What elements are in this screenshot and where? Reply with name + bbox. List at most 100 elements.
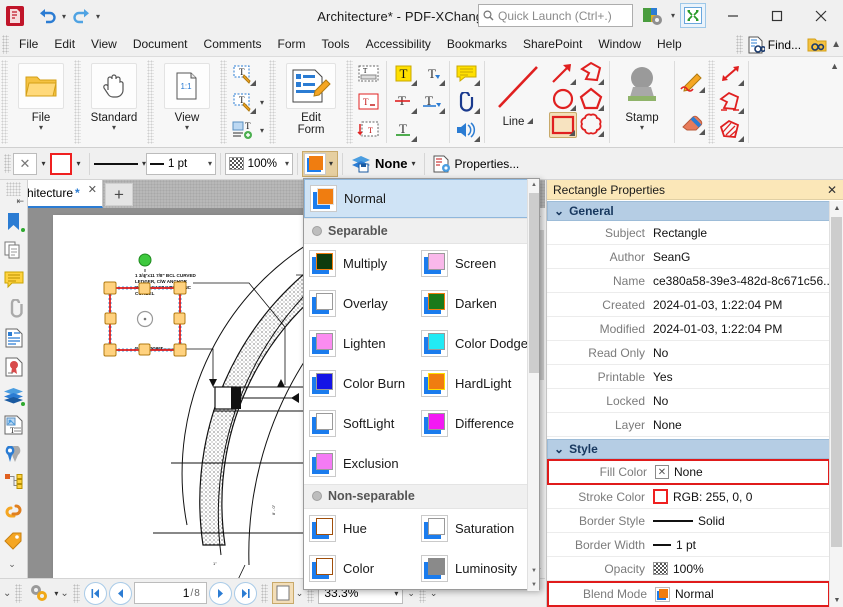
blend-mode-caret[interactable]: ▾ [326,159,336,168]
sidebar-item-comments[interactable] [1,265,27,294]
sidebar-item-pages[interactable] [1,236,27,265]
property-row-created[interactable]: Created 2024-01-03, 1:22:04 PM [547,293,830,317]
statusbar-grip-2[interactable] [72,583,80,603]
rectangle-tool-icon[interactable] [549,112,577,138]
properties-panel-close-icon[interactable]: ✕ [827,183,837,197]
page-number-input[interactable]: 1 / 8 [133,582,207,604]
blend-scroll-up[interactable]: ▲ [528,179,540,191]
view-button-caret[interactable]: ▾ [185,124,189,132]
theme-dropdown-caret[interactable]: ▾ [668,11,678,20]
blend-mode-button[interactable]: ▾ [302,150,339,177]
ribbon-grip-2[interactable] [147,60,154,144]
property-row-layer[interactable]: Layer None [547,413,830,437]
property-row-opacity[interactable]: Opacity 100% [547,557,830,581]
property-row-subject[interactable]: Subject Rectangle [547,221,830,245]
settings-gear-icon[interactable] [26,581,52,605]
reset-field-icon[interactable]: T [355,117,383,143]
blend-scroll-thumb[interactable] [529,193,539,373]
blend-option-color-burn[interactable]: Color Burn [304,364,416,404]
typewriter-icon[interactable]: T [418,61,446,87]
menubar-grip[interactable] [2,34,9,54]
statusbar-expand-icon[interactable]: ⌄ [3,588,11,599]
standard-button[interactable]: Standard ▾ [83,57,145,147]
properties-panel-scrollbar[interactable]: ▲ ▼ [829,201,843,607]
stamp-caret[interactable]: ▾ [640,124,644,132]
sidebar-item-links[interactable] [1,497,27,526]
sidebar-item-signatures[interactable] [1,352,27,381]
stamp-button[interactable]: Stamp ▾ [613,57,671,147]
blend-option-hardlight[interactable]: HardLight [416,364,528,404]
distance-measure-icon[interactable] [717,61,745,87]
blend-scroll-down-1[interactable]: ▼ [528,565,540,577]
property-row-border-width[interactable]: Border Width 1 pt [547,533,830,557]
highlight-text-icon[interactable]: T [390,61,418,87]
tab-close-icon[interactable]: ✕ [88,183,97,196]
theme-settings-icon[interactable] [640,3,666,28]
ribbon-grip-6[interactable] [708,60,715,144]
line-tool-button[interactable]: Line [488,57,548,128]
undo-dropdown-caret[interactable]: ▾ [59,12,69,21]
text-box-tool-icon[interactable]: T [229,89,257,115]
blend-option-softlight[interactable]: SoftLight [304,404,416,444]
border-style-combo[interactable]: ▾ [94,159,146,168]
blend-option-multiply[interactable]: Multiply [304,244,416,284]
prev-page-button[interactable] [108,581,132,605]
open-recent-icon[interactable] [804,32,830,57]
menu-tools[interactable]: Tools [314,34,358,54]
navpane-grip[interactable] [6,182,21,196]
first-page-button[interactable] [83,581,107,605]
underline-green-icon[interactable]: T [390,117,418,143]
blend-menu-scrollbar[interactable]: ▲ ▼ ▼ [527,179,539,591]
ribbon-scroll-up-caret[interactable]: ▲ [830,61,839,71]
blend-option-difference[interactable]: Difference [416,404,528,444]
file-button[interactable]: File ▾ [10,57,72,147]
view-button[interactable]: 1:1 View ▾ [156,57,218,147]
last-page-button[interactable] [233,581,257,605]
rp-scroll-up[interactable]: ▲ [830,201,843,215]
rp-scroll-thumb[interactable] [831,217,842,547]
next-page-button[interactable] [208,581,232,605]
section-header-general[interactable]: ⌄ General [547,201,830,221]
eraser-tool-icon[interactable] [678,110,706,136]
find-toolbar-grip[interactable] [735,35,743,54]
stroke-color-swatch-button[interactable] [50,152,72,175]
menu-bookmarks[interactable]: Bookmarks [439,34,515,54]
standard-button-caret[interactable]: ▾ [112,124,116,132]
new-tab-button[interactable]: + [105,183,133,206]
style-preset-button[interactable]: None ▾ [347,152,420,176]
file-button-caret[interactable]: ▾ [39,124,43,132]
blend-scroll-down-2[interactable]: ▼ [528,579,540,591]
border-width-caret[interactable]: ▾ [204,159,212,168]
maximize-button[interactable] [755,0,799,32]
menu-window[interactable]: Window [590,34,649,54]
arrow-tool-icon[interactable] [549,60,577,86]
blend-option-normal[interactable]: Normal [304,179,539,219]
blend-option-exclusion[interactable]: Exclusion [304,444,416,484]
properties-button[interactable]: Properties... [429,152,524,176]
pencil-tool-icon[interactable] [678,68,706,94]
menu-file[interactable]: File [11,34,46,54]
ribbon-grip-3[interactable] [220,60,227,144]
statusbar-more-icon[interactable]: ⌄ [60,588,68,599]
text-input-field-icon[interactable]: T [355,89,383,115]
statusbar-grip-1[interactable] [15,583,23,603]
property-row-fill-color[interactable]: Fill Color ✕ None [547,459,830,485]
sidebar-item-layers[interactable] [1,381,27,410]
opacity-caret[interactable]: ▾ [281,159,289,168]
property-row-printable[interactable]: Printable Yes [547,365,830,389]
blend-option-overlay[interactable]: Overlay [304,284,416,324]
ribbon-grip-5[interactable] [346,60,353,144]
fill-color-swatch-button[interactable]: ✕ [13,152,37,175]
property-row-read-only[interactable]: Read Only No [547,341,830,365]
ribbon-grip-4[interactable] [269,60,276,144]
menu-comments[interactable]: Comments [196,34,270,54]
sidebar-item-destinations[interactable] [1,439,27,468]
quick-launch-box[interactable]: Quick Launch (Ctrl+.) [478,4,633,27]
ellipse-tool-icon[interactable] [549,86,577,112]
menu-edit[interactable]: Edit [46,34,83,54]
ribbon-grip-0[interactable] [1,60,8,144]
menu-help[interactable]: Help [649,34,690,54]
sidebar-item-stamps[interactable]: T [1,410,27,439]
page-view-mode-button[interactable] [271,582,294,604]
perimeter-measure-icon[interactable] [717,89,745,115]
